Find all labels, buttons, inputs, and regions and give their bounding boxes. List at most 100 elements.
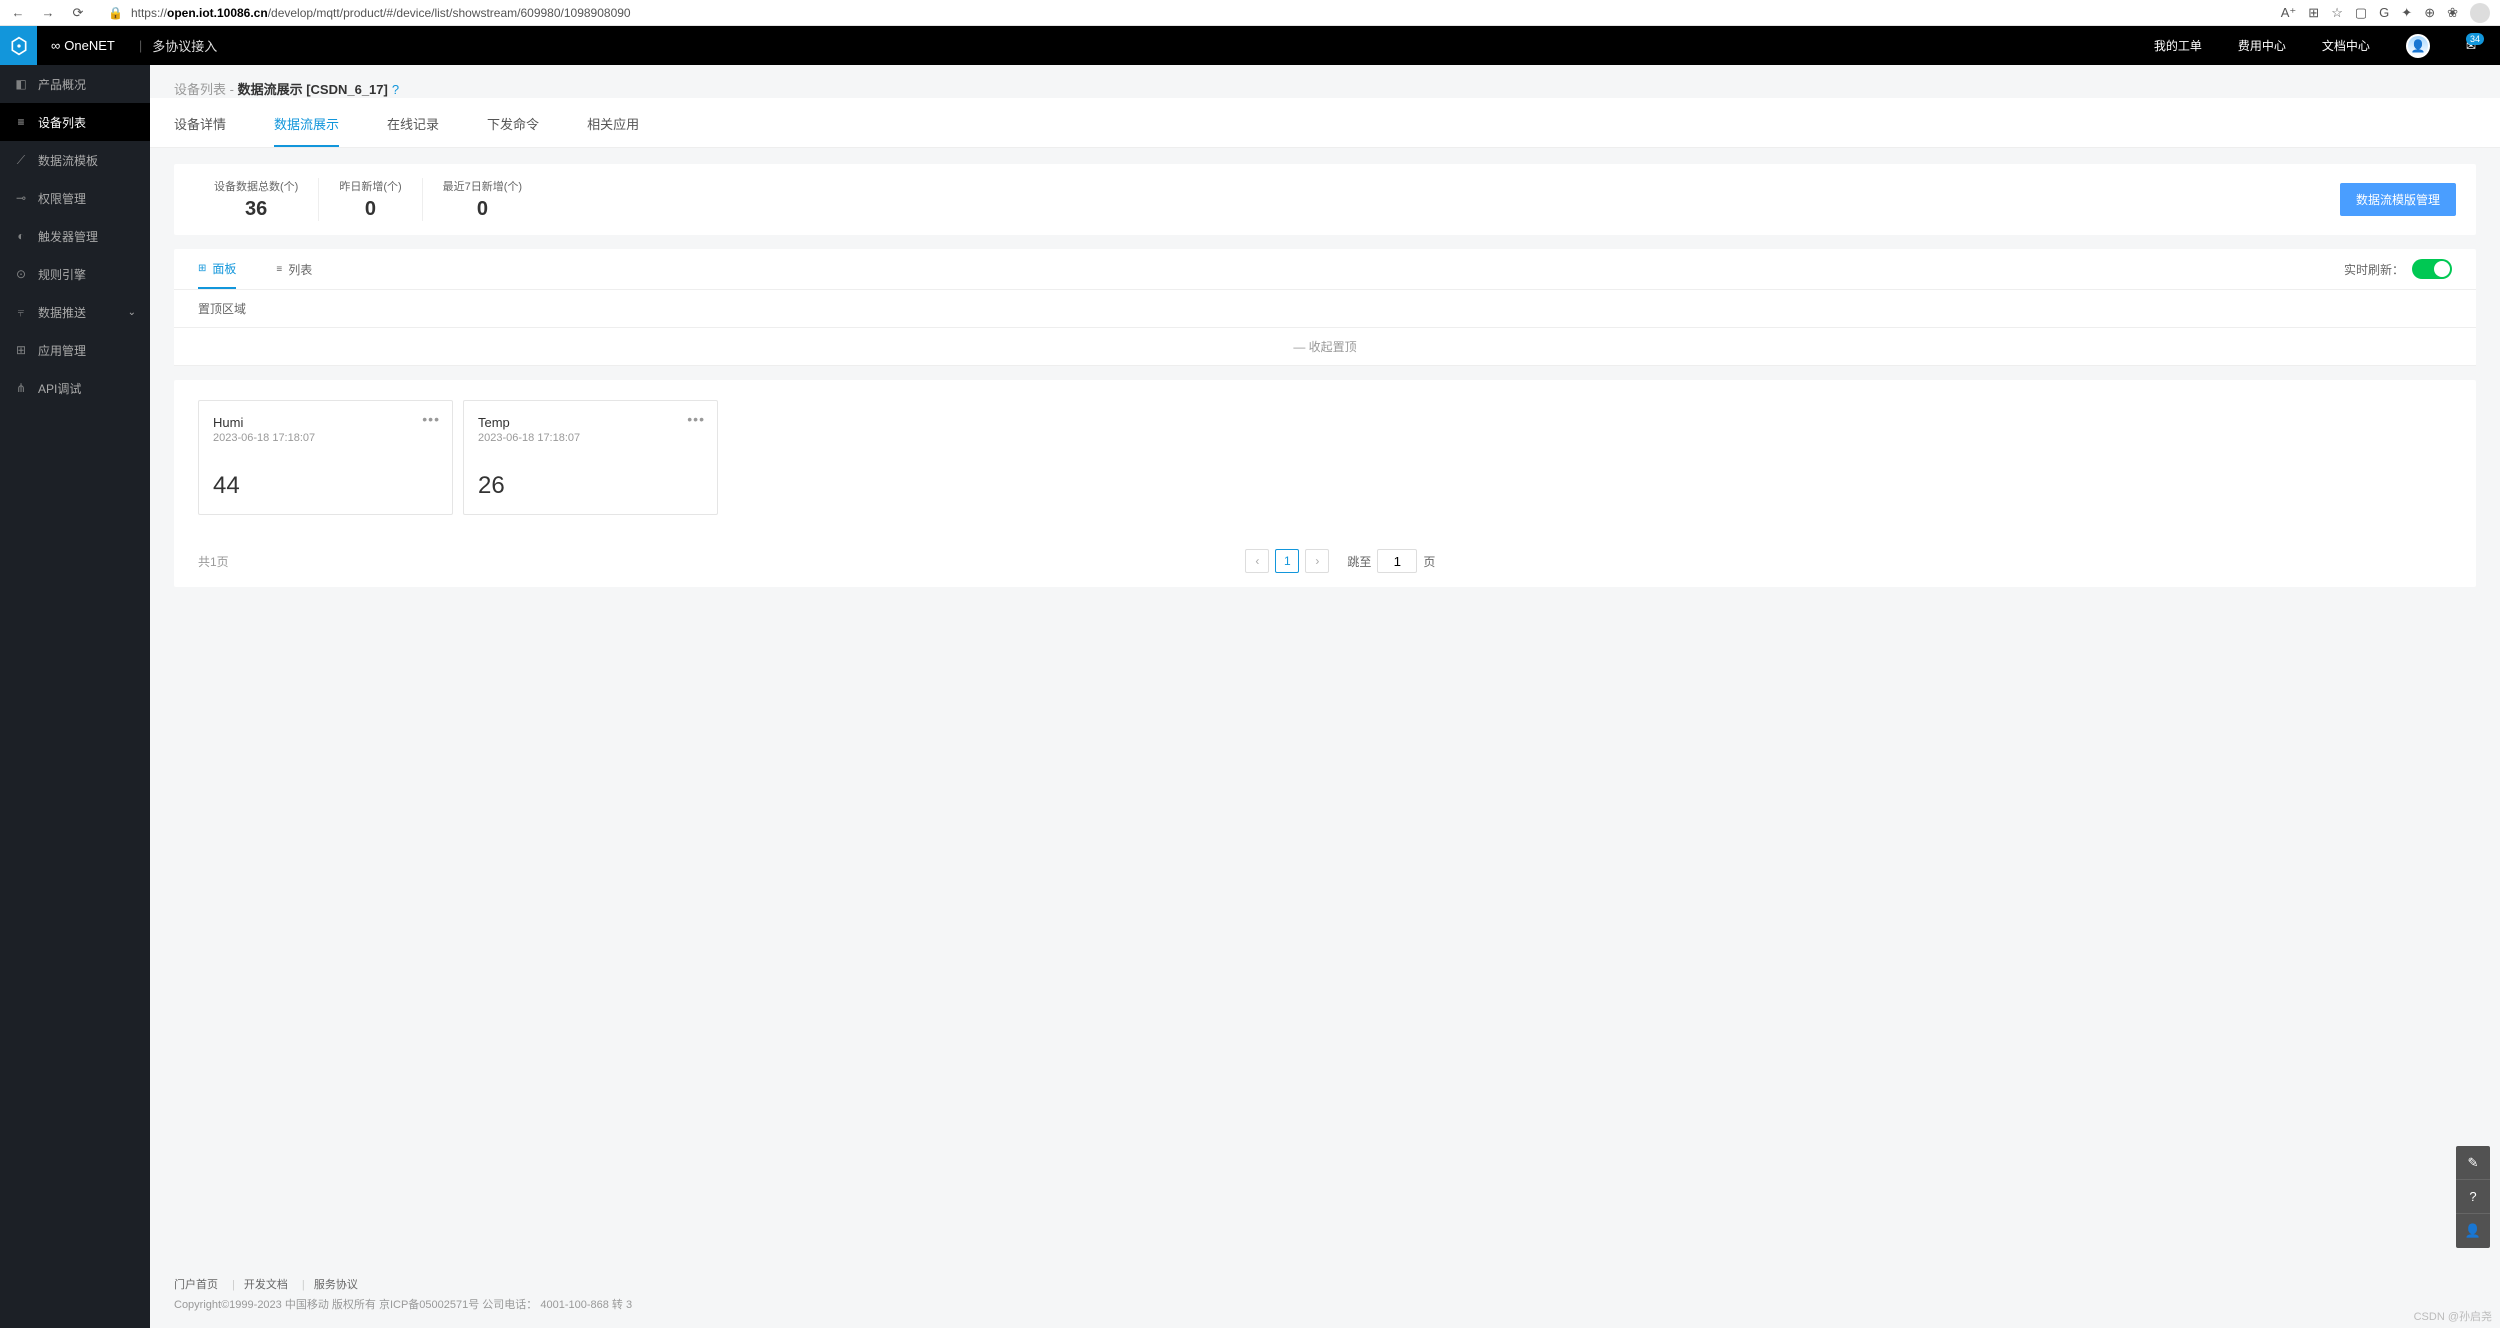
- stat-value: 36: [214, 198, 298, 221]
- gauge-icon: ◐: [14, 229, 28, 243]
- tab-0[interactable]: 设备详情: [174, 114, 226, 147]
- card-title: Humi: [213, 415, 438, 430]
- footer-link-terms[interactable]: 服务协议: [314, 1279, 358, 1291]
- panel: ⊞ 面板 ≡ 列表 实时刷新： 置顶区域 — 收起置顶: [174, 249, 2476, 366]
- user-tool-button[interactable]: 👤: [2456, 1214, 2490, 1248]
- url-path: /develop/mqtt/product/#/device/list/show…: [268, 6, 631, 20]
- logo-square[interactable]: [0, 26, 37, 65]
- cards-row: •••Humi2023-06-18 17:18:0744•••Temp2023-…: [174, 380, 2476, 535]
- data-card-0: •••Humi2023-06-18 17:18:0744: [198, 400, 453, 515]
- sidebar-item-8[interactable]: ⋔API调试: [0, 369, 150, 407]
- tab-3[interactable]: 下发命令: [487, 114, 539, 147]
- data-card-1: •••Temp2023-06-18 17:18:0726: [463, 400, 718, 515]
- stat-value: 0: [443, 198, 522, 221]
- sidebar-item-0[interactable]: ◧产品概况: [0, 65, 150, 103]
- stat-value: 0: [339, 198, 401, 221]
- sidebar-item-7[interactable]: ⊞ 应用管理: [0, 331, 150, 369]
- template-manage-button[interactable]: 数据流模版管理: [2340, 183, 2456, 216]
- mail-badge-count: 34: [2466, 33, 2484, 45]
- list-icon: ≡: [276, 264, 282, 275]
- header-link-billing[interactable]: 费用中心: [2238, 37, 2286, 54]
- puzzle-icon[interactable]: ❀: [2447, 5, 2458, 21]
- collapse-pin-button[interactable]: — 收起置顶: [174, 328, 2476, 366]
- stat-block: 昨日新增(个) 0: [319, 178, 422, 221]
- sidebar-item-2[interactable]: ⟋ 数据流模板: [0, 141, 150, 179]
- tab-1[interactable]: 数据流展示: [274, 114, 339, 147]
- card-more-button[interactable]: •••: [422, 411, 440, 427]
- pulse-icon: ⟋: [14, 153, 28, 167]
- profile-icon[interactable]: [2470, 3, 2490, 23]
- page-total: 共1页: [198, 553, 229, 570]
- sidebar-label: 规则引擎: [38, 266, 86, 283]
- forward-icon[interactable]: →: [40, 5, 56, 21]
- panel-tabs: ⊞ 面板 ≡ 列表 实时刷新：: [174, 249, 2476, 290]
- card-title: Temp: [478, 415, 703, 430]
- page-tabs: 设备详情 数据流展示 在线记录 下发命令 相关应用: [150, 98, 2500, 148]
- sidebar-item-6[interactable]: ⫧数据推送⌄: [0, 293, 150, 331]
- chart-icon: ⫧: [14, 305, 28, 319]
- infinity-icon: ∞: [51, 38, 60, 53]
- url-host: open.iot.10086.cn: [167, 6, 268, 20]
- lock-icon: 🔒: [108, 6, 123, 20]
- star-icon[interactable]: ☆: [2331, 5, 2343, 21]
- edit-tool-button[interactable]: ✎: [2456, 1146, 2490, 1180]
- sidebar-item-5[interactable]: ⊙规则引擎: [0, 255, 150, 293]
- footer-link-docs[interactable]: 开发文档: [244, 1279, 288, 1291]
- stat-block: 设备数据总数(个) 36: [194, 178, 319, 221]
- chevron-down-icon: ⌄: [128, 307, 136, 318]
- sidebar-label: 设备列表: [38, 114, 86, 131]
- sidebar-item-3[interactable]: ⊸ 权限管理: [0, 179, 150, 217]
- extension-icon[interactable]: ✦: [2401, 5, 2412, 21]
- brand-separator: |: [139, 38, 142, 53]
- collection-icon[interactable]: ⊕: [2424, 5, 2435, 21]
- crumb-1[interactable]: 设备列表: [174, 82, 226, 97]
- main: 设备列表 - 数据流展示 [CSDN_6_17]? 设备详情数据流展示在线记录下…: [150, 65, 2500, 1328]
- brand: ∞ OneNET: [37, 38, 129, 53]
- footer-link-portal[interactable]: 门户首页: [174, 1279, 218, 1291]
- sidebar-label: 权限管理: [38, 190, 86, 207]
- sidebar-item-4[interactable]: ◐触发器管理: [0, 217, 150, 255]
- header-link-docs[interactable]: 文档中心: [2322, 37, 2370, 54]
- stat-label: 设备数据总数(个): [214, 178, 298, 194]
- tab-icon[interactable]: ⊞: [2308, 5, 2319, 21]
- url-bar[interactable]: 🔒 https://open.iot.10086.cn/develop/mqtt…: [100, 2, 2267, 24]
- header-link-orders[interactable]: 我的工单: [2154, 37, 2202, 54]
- card-timestamp: 2023-06-18 17:18:07: [213, 432, 438, 444]
- watermark: CSDN @孙启尧: [2414, 1308, 2492, 1324]
- reload-icon[interactable]: ⟳: [70, 5, 86, 21]
- code-icon: ⋔: [14, 381, 28, 395]
- back-icon[interactable]: ←: [10, 5, 26, 21]
- tab-list[interactable]: ≡ 列表: [276, 261, 312, 288]
- sidebar-label: 数据流模板: [38, 152, 98, 169]
- avatar[interactable]: 👤: [2406, 34, 2430, 58]
- card-more-button[interactable]: •••: [687, 411, 705, 427]
- card-timestamp: 2023-06-18 17:18:07: [478, 432, 703, 444]
- mail-button[interactable]: ✉ 34: [2466, 39, 2476, 53]
- tab-2[interactable]: 在线记录: [387, 114, 439, 147]
- help-tool-button[interactable]: ?: [2456, 1180, 2490, 1214]
- refresh-ext-icon[interactable]: G: [2379, 5, 2389, 20]
- stat-block: 最近7日新增(个) 0: [423, 178, 542, 221]
- jump-page-input[interactable]: [1377, 549, 1417, 573]
- sidebar: ◧产品概况≡设备列表 ⟋ 数据流模板 ⊸ 权限管理 ◐触发器管理⊙规则引擎⫧数据推送⌄ ⊞ 应…: [0, 65, 150, 1328]
- help-icon[interactable]: ?: [392, 82, 399, 97]
- tab-panel[interactable]: ⊞ 面板: [198, 260, 236, 289]
- screen-icon[interactable]: ▢: [2355, 5, 2367, 21]
- grid-icon: ⊞: [198, 263, 206, 274]
- pagination: 共1页 ‹ 1 › 跳至 页: [174, 535, 2476, 587]
- sidebar-item-1[interactable]: ≡设备列表: [0, 103, 150, 141]
- browser-toolbar: ← → ⟳ 🔒 https://open.iot.10086.cn/develo…: [0, 0, 2500, 26]
- stat-label: 最近7日新增(个): [443, 178, 522, 194]
- page-1-button[interactable]: 1: [1275, 549, 1299, 573]
- key-icon: ⊸: [14, 191, 28, 205]
- realtime-toggle[interactable]: [2412, 259, 2452, 279]
- prev-page-button[interactable]: ‹: [1245, 549, 1269, 573]
- tab-4[interactable]: 相关应用: [587, 114, 639, 147]
- app-header: ∞ OneNET | 多协议接入 我的工单 费用中心 文档中心 👤 ✉ 34: [0, 26, 2500, 65]
- text-size-icon[interactable]: A⁺: [2281, 5, 2297, 21]
- stat-label: 昨日新增(个): [339, 178, 401, 194]
- stats-bar: 设备数据总数(个) 36 昨日新增(个) 0 最近7日新增(个) 0 数据流模版管理: [174, 164, 2476, 235]
- sidebar-label: 应用管理: [38, 342, 86, 359]
- grid-icon: ⊞: [14, 343, 28, 357]
- next-page-button[interactable]: ›: [1305, 549, 1329, 573]
